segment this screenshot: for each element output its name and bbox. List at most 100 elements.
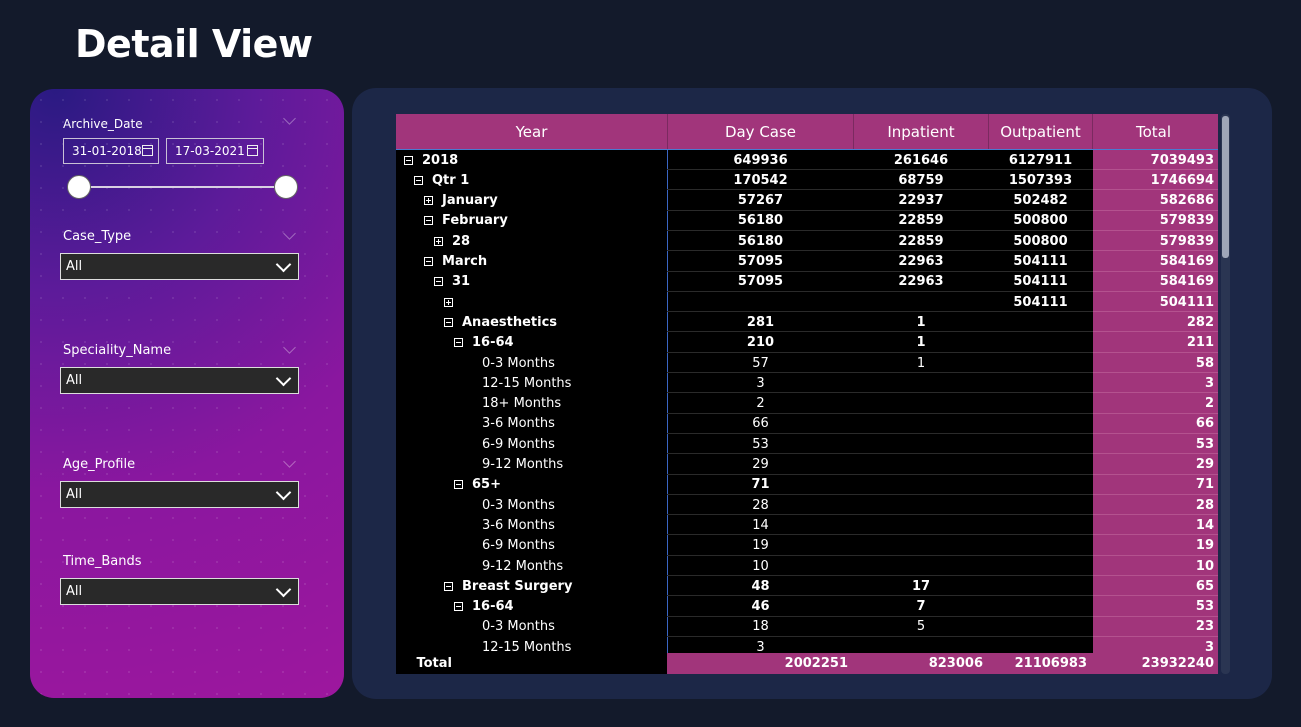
row-label-text: 6-9 Months: [482, 538, 555, 554]
table-row[interactable]: 9-12 Months 29 29: [396, 455, 1218, 475]
cell-day-case: 210: [746, 335, 775, 351]
row-label: Qtr 1: [414, 170, 469, 190]
cell-day-case: 19: [752, 538, 769, 554]
table-row[interactable]: 65+ 71 71: [396, 475, 1218, 495]
table-row[interactable]: Qtr 1 170542 68759 1507393 1746694: [396, 170, 1218, 191]
collapse-icon[interactable]: [454, 480, 463, 490]
collapse-icon[interactable]: [424, 257, 433, 266]
row-label-text: February: [442, 213, 508, 229]
cell-total: 14: [1195, 517, 1214, 533]
column-header-outpatient[interactable]: Outpatient: [989, 114, 1093, 149]
slider-end-handle[interactable]: [274, 175, 298, 199]
table-row[interactable]: 3-6 Months 66 66: [396, 414, 1218, 434]
column-header-day-case[interactable]: Day Case: [668, 114, 854, 149]
table-row[interactable]: Breast Surgery 48 17 65: [396, 576, 1218, 597]
cell-outpatient: [989, 556, 1092, 576]
cell-day-case: 10: [752, 558, 769, 574]
table-row[interactable]: March 57095 22963 504111 584169: [396, 252, 1218, 272]
table-row[interactable]: January 57267 22937 502482 582686: [396, 191, 1218, 211]
matrix-table[interactable]: Year Day Case Inpatient Outpatient Total…: [396, 114, 1218, 674]
row-label: 9-12 Months: [482, 455, 563, 475]
date-range-slider-track[interactable]: [78, 186, 286, 188]
table-row[interactable]: 18+ Months 2 2: [396, 394, 1218, 414]
cell-total: 282: [1186, 314, 1214, 330]
expand-icon[interactable]: [434, 236, 443, 246]
total-inpatient: 823006: [928, 656, 983, 671]
cell-day-case: 14: [752, 517, 769, 533]
cell-inpatient: 17: [911, 578, 931, 594]
expand-icon[interactable]: [444, 297, 453, 307]
time-bands-dropdown[interactable]: All: [60, 578, 299, 605]
table-row[interactable]: 6-9 Months 19 19: [396, 536, 1218, 556]
row-label-text: 31: [452, 274, 471, 290]
cell-inpatient: [854, 475, 988, 495]
table-row[interactable]: 9-12 Months 10 10: [396, 556, 1218, 576]
table-row[interactable]: 6-9 Months 53 53: [396, 434, 1218, 455]
table-row[interactable]: 3-6 Months 14 14: [396, 515, 1218, 536]
collapse-icon[interactable]: [424, 216, 433, 226]
speciality-name-dropdown[interactable]: All: [60, 367, 299, 394]
cell-outpatient: 502482: [1013, 193, 1068, 209]
column-header-total[interactable]: Total: [1093, 114, 1214, 149]
row-label: Breast Surgery: [444, 576, 572, 596]
cell-inpatient: [854, 292, 988, 312]
table-row[interactable]: 0-3 Months 18 5 23: [396, 617, 1218, 637]
collapse-icon[interactable]: [454, 338, 463, 348]
table-row[interactable]: 31 57095 22963 504111 584169: [396, 272, 1218, 292]
table-row[interactable]: February 56180 22859 500800 579839: [396, 211, 1218, 231]
cell-total: 211: [1186, 335, 1214, 351]
scrollbar-thumb[interactable]: [1222, 116, 1229, 258]
expand-icon[interactable]: [424, 196, 433, 206]
end-date-value: 17-03-2021: [175, 144, 245, 158]
cell-day-case: 649936: [733, 152, 788, 168]
row-label: 65+: [454, 475, 501, 495]
cell-total: 53: [1195, 599, 1214, 615]
age-profile-dropdown[interactable]: All: [60, 481, 299, 508]
chevron-down-icon[interactable]: [275, 581, 292, 598]
table-row[interactable]: 2018 649936 261646 6127911 7039493: [396, 150, 1218, 170]
table-row[interactable]: 0-3 Months 57 1 58: [396, 353, 1218, 373]
row-label-text: 0-3 Months: [482, 619, 555, 635]
matrix-header: Year Day Case Inpatient Outpatient Total: [396, 114, 1218, 150]
table-row[interactable]: 16-64 46 7 53: [396, 597, 1218, 617]
page-title: Detail View: [75, 22, 313, 66]
table-row[interactable]: 16-64 210 1 211: [396, 333, 1218, 353]
row-label: 0-3 Months: [482, 353, 555, 373]
collapse-icon[interactable]: [454, 602, 463, 612]
chevron-down-icon[interactable]: [275, 370, 292, 387]
chevron-down-icon[interactable]: [275, 484, 292, 501]
collapse-icon[interactable]: [434, 277, 443, 287]
start-date-input[interactable]: 31-01-2018: [63, 138, 159, 164]
cell-total: 71: [1195, 477, 1214, 493]
case-type-dropdown[interactable]: All: [60, 253, 299, 280]
table-row[interactable]: 12-15 Months 3 3: [396, 373, 1218, 394]
cell-total: 28: [1195, 497, 1214, 513]
collapse-icon[interactable]: [404, 155, 413, 165]
collapse-icon[interactable]: [444, 581, 453, 591]
table-row[interactable]: 28 56180 22859 500800 579839: [396, 231, 1218, 252]
cell-day-case: 29: [752, 457, 769, 472]
column-header-inpatient[interactable]: Inpatient: [854, 114, 989, 149]
table-row[interactable]: 0-3 Months 28 28: [396, 495, 1218, 516]
row-label-text: 9-12 Months: [482, 457, 564, 472]
table-row[interactable]: Anaesthetics 281 1 282: [396, 312, 1218, 333]
table-row[interactable]: 504111 504111: [396, 292, 1218, 313]
chevron-down-icon[interactable]: [275, 256, 292, 273]
row-label-text: 0-3 Months: [482, 355, 555, 371]
calendar-icon[interactable]: [247, 145, 258, 156]
column-header-year[interactable]: Year: [396, 114, 668, 149]
collapse-icon[interactable]: [444, 317, 453, 327]
row-label-text: 9-12 Months: [482, 558, 564, 574]
cell-total: 504111: [1159, 294, 1214, 310]
cell-day-case: 28: [752, 497, 769, 513]
slider-start-handle[interactable]: [67, 175, 91, 199]
cell-total: 584169: [1159, 254, 1214, 269]
row-label: February: [424, 211, 508, 231]
end-date-input[interactable]: 17-03-2021: [166, 138, 264, 164]
row-label: January: [424, 191, 498, 211]
cell-inpatient: 22937: [898, 193, 944, 209]
cell-outpatient: [989, 353, 1092, 373]
cell-outpatient: 504111: [1013, 294, 1068, 310]
collapse-icon[interactable]: [414, 175, 423, 185]
calendar-icon[interactable]: [142, 145, 153, 156]
